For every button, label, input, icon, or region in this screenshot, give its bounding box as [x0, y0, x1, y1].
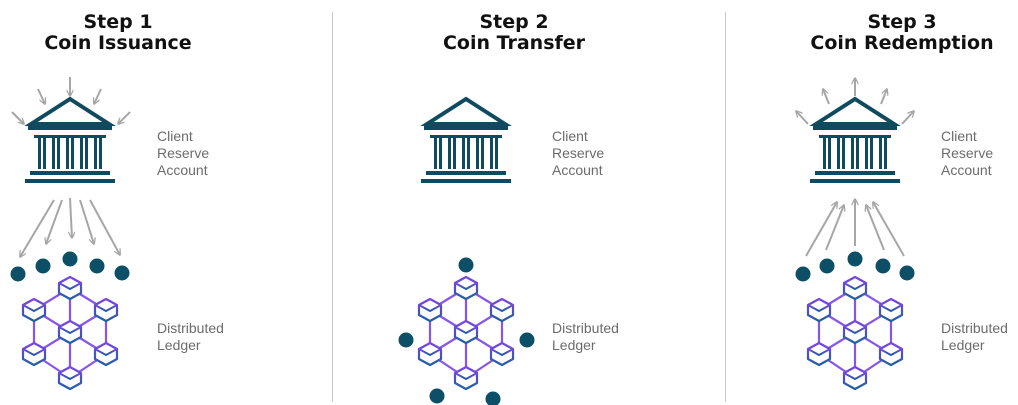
coin-icon [899, 265, 915, 281]
coin-icon [429, 388, 445, 404]
arrow-icon [825, 205, 844, 251]
bank-icon [809, 96, 901, 183]
flow-diagram-graphics [10, 77, 1018, 405]
arrow-icon [89, 199, 120, 255]
coin-icon [485, 391, 501, 405]
coin-icon [398, 332, 414, 348]
coin-icon [35, 258, 51, 274]
bank-icon [420, 96, 512, 183]
blockchain-ledger-icon [21, 275, 119, 391]
coin-icon [875, 258, 891, 274]
coin-icon [819, 258, 835, 274]
coin-icon [89, 258, 105, 274]
arrow-icon [70, 197, 72, 238]
arrow-icon [823, 89, 830, 105]
arrow-icon [46, 199, 63, 244]
arrow-icon [873, 202, 905, 257]
arrow-icon [866, 205, 885, 251]
blockchain-ledger-icon [417, 275, 515, 391]
arrow-icon [880, 89, 887, 105]
coin-icon [795, 266, 811, 282]
arrow-icon [796, 111, 809, 125]
arrow-icon [118, 111, 131, 124]
coin-icon [10, 266, 26, 282]
arrow-icon [805, 202, 837, 257]
bank-icon [24, 96, 116, 183]
arrow-icon [37, 88, 45, 104]
blockchain-ledger-icon [806, 275, 904, 391]
arrow-icon [20, 199, 55, 257]
arrow-icon [94, 88, 102, 104]
coin-icon [114, 265, 130, 281]
coin-icon [62, 251, 78, 267]
arrow-icon [901, 111, 914, 125]
coin-icon [847, 251, 863, 267]
coin-icon [519, 332, 535, 348]
coin-icon [458, 257, 474, 273]
arrow-icon [79, 199, 94, 244]
arrow-icon [11, 111, 24, 124]
